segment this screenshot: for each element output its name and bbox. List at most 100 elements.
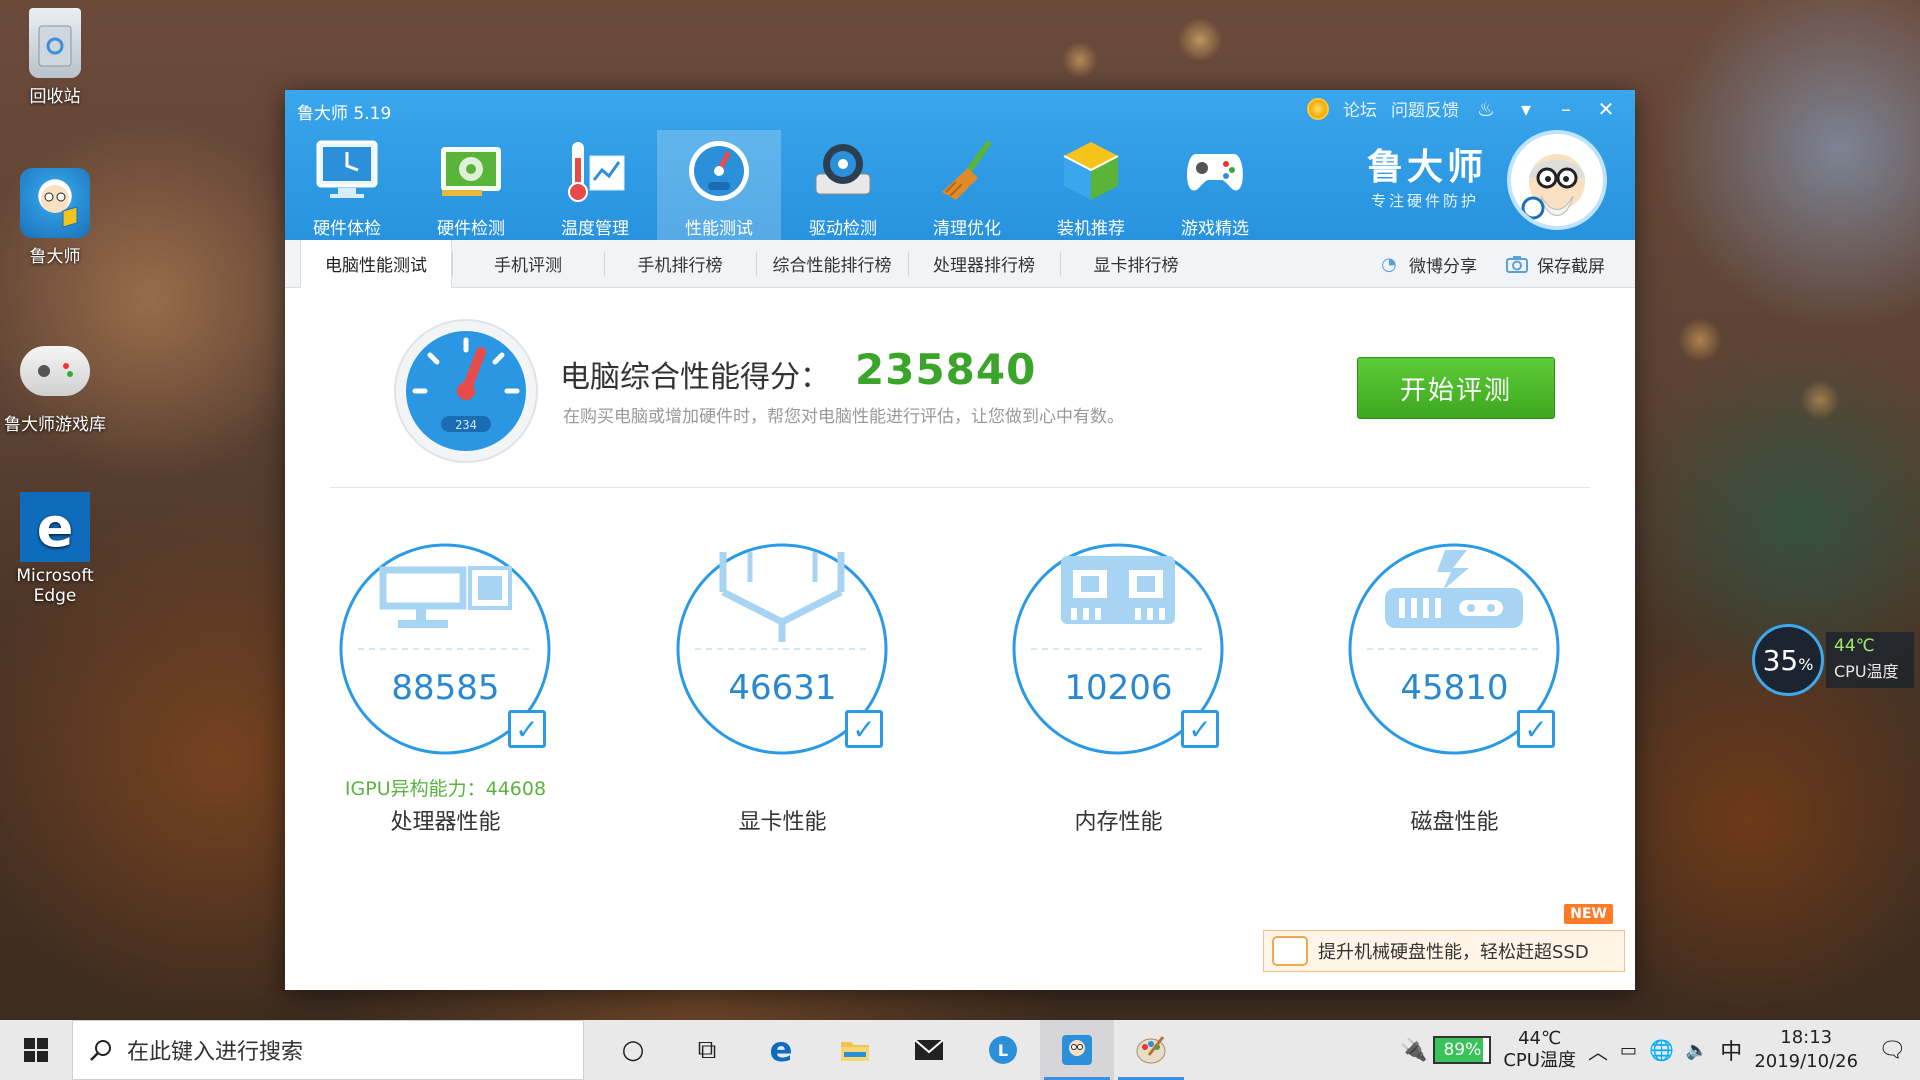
gamepad-icon <box>1180 138 1250 204</box>
broom-icon <box>932 138 1002 204</box>
forum-link[interactable]: 论坛 <box>1343 96 1377 121</box>
desktop-icon-label: 鲁大师游戏库 <box>4 415 106 435</box>
sub-tab-bar: 电脑性能测试 手机评测 手机排行榜 综合性能排行榜 处理器排行榜 显卡排行榜 ◔… <box>285 240 1635 288</box>
metric-value: 88585 <box>391 668 500 708</box>
desktop-icon-recycle-bin[interactable]: 回收站 <box>0 8 110 107</box>
feedback-link[interactable]: 问题反馈 <box>1391 96 1459 121</box>
cpu-temp-value: 44℃ <box>1834 636 1875 656</box>
promo-banner[interactable]: 提升机械硬盘性能，轻松赶超SSD <box>1263 930 1625 972</box>
overall-score: 235840 <box>855 345 1037 394</box>
toolbar-label: 游戏精选 <box>1181 219 1249 239</box>
brand-slogan: 专注硬件防护 <box>1371 192 1480 210</box>
title-bar-controls: 论坛 问题反馈 ♨ ▾ – ✕ <box>1307 96 1619 121</box>
paint-app-icon[interactable] <box>1114 1020 1188 1080</box>
clock-time: 18:13 <box>1780 1027 1833 1048</box>
close-button[interactable]: ✕ <box>1593 97 1619 121</box>
tray-cpu-temp[interactable]: 44℃ CPU温度 <box>1503 1028 1576 1072</box>
desktop-icon-label: Microsoft Edge <box>16 566 94 606</box>
menu-dropdown-icon[interactable]: ▾ <box>1513 97 1539 121</box>
tray-temp-label: CPU温度 <box>1503 1050 1576 1071</box>
medal-icon[interactable] <box>1307 97 1329 120</box>
skin-icon[interactable]: ♨ <box>1473 97 1499 121</box>
weibo-share-button[interactable]: ◔ 微博分享 <box>1377 252 1477 277</box>
tab-overall-ranking[interactable]: 综合性能排行榜 <box>756 240 908 287</box>
clock[interactable]: 18:13 2019/10/26 <box>1754 1026 1858 1074</box>
toolbar-label: 装机推荐 <box>1057 219 1125 239</box>
sub-actions: ◔ 微博分享 保存截屏 <box>1377 240 1605 288</box>
desktop-icon-ludashi-games[interactable]: 鲁大师游戏库 <box>0 336 110 435</box>
weibo-share-label: 微博分享 <box>1409 256 1477 277</box>
tab-cpu-ranking[interactable]: 处理器排行榜 <box>908 240 1060 287</box>
ludashi-window: 鲁大师 5.19 论坛 问题反馈 ♨ ▾ – ✕ 硬件体检 硬件检测 温度管理 … <box>285 90 1635 990</box>
windows-logo-icon <box>24 1038 48 1062</box>
thermometer-icon <box>560 138 630 204</box>
battery-level: 89% <box>1433 1036 1492 1064</box>
save-screenshot-button[interactable]: 保存截屏 <box>1505 252 1605 277</box>
network-globe-icon[interactable]: 🌐 <box>1649 1038 1674 1062</box>
toolbar-item-temperature[interactable]: 温度管理 <box>533 130 657 240</box>
blue-circle-app-icon[interactable]: L <box>966 1020 1040 1080</box>
cortana-icon[interactable]: ○ <box>596 1020 670 1080</box>
battery-indicator[interactable]: 🔌 89% <box>1400 1036 1492 1064</box>
mail-icon[interactable] <box>892 1020 966 1080</box>
recycle-bin-icon <box>29 8 81 78</box>
ime-indicator[interactable]: 中 <box>1720 1034 1742 1066</box>
task-view-icon[interactable]: ⧉ <box>670 1020 744 1080</box>
toolbar-item-game-picks[interactable]: 游戏精选 <box>1153 130 1277 240</box>
mascot-avatar-icon <box>1507 130 1607 230</box>
tab-pc-performance[interactable]: 电脑性能测试 <box>300 240 452 288</box>
promo-text: 提升机械硬盘性能，轻松赶超SSD <box>1318 942 1589 963</box>
tab-phone-review[interactable]: 手机评测 <box>452 240 604 287</box>
notification-icon[interactable]: 🗨 <box>1878 1038 1906 1063</box>
toolbar-item-cleanup[interactable]: 清理优化 <box>905 130 1029 240</box>
cpu-temp-label: CPU温度 <box>1834 662 1899 681</box>
toolbar-label: 硬件体检 <box>313 219 381 239</box>
tab-gpu-ranking[interactable]: 显卡排行榜 <box>1060 240 1212 287</box>
save-screenshot-label: 保存截屏 <box>1537 256 1605 277</box>
metric-gpu: 46631 ✓ 显卡性能 <box>665 542 895 835</box>
metric-value: 10206 <box>1064 668 1173 708</box>
desktop-icon-ludashi[interactable]: 鲁大师 <box>0 168 110 267</box>
checkbox-checked-icon[interactable]: ✓ <box>845 710 883 748</box>
ludashi-taskbar-icon[interactable] <box>1040 1020 1114 1080</box>
chevron-up-icon[interactable]: ︿ <box>1588 1036 1608 1065</box>
window-title: 鲁大师 5.19 <box>297 104 392 124</box>
metric-name: 显卡性能 <box>738 810 827 835</box>
start-benchmark-button[interactable]: 开始评测 <box>1357 357 1555 419</box>
checkbox-checked-icon[interactable]: ✓ <box>508 710 546 748</box>
checkbox-checked-icon[interactable]: ✓ <box>1181 710 1219 748</box>
file-explorer-icon[interactable] <box>818 1020 892 1080</box>
metric-name: 内存性能 <box>1074 810 1163 835</box>
desktop-icon-edge[interactable]: e Microsoft Edge <box>0 492 110 606</box>
hard-disk-icon <box>1272 936 1308 966</box>
cpu-usage-ring: 35% <box>1752 624 1824 696</box>
monitor-icon <box>312 138 382 204</box>
cpu-temp-panel: 44℃ CPU温度 <box>1826 632 1914 688</box>
checkbox-checked-icon[interactable]: ✓ <box>1517 710 1555 748</box>
battery-percent: 89% <box>1443 1040 1482 1060</box>
device-icon[interactable]: ▭ <box>1620 1040 1637 1061</box>
toolbar-item-build-recommend[interactable]: 装机推荐 <box>1029 130 1153 240</box>
speedometer-icon: 234 <box>393 318 539 464</box>
tab-phone-ranking[interactable]: 手机排行榜 <box>604 240 756 287</box>
toolbar-item-hardware-detect[interactable]: 硬件检测 <box>409 130 533 240</box>
score-description: 在购买电脑或增加硬件时，帮您对电脑性能进行评估，让您做到心中有数。 <box>563 407 1124 427</box>
start-button[interactable] <box>0 1020 72 1080</box>
cpu-usage-widget[interactable]: 35% 44℃ CPU温度 <box>1752 624 1920 696</box>
taskbar-search-box[interactable]: 在此键入进行搜索 <box>72 1020 584 1080</box>
igpu-score: IGPU异构能力：44608 <box>344 778 547 800</box>
metric-memory: 10206 ✓ 内存性能 <box>1001 542 1231 835</box>
volume-icon[interactable]: 🔈 <box>1686 1040 1708 1061</box>
toolbar-label: 清理优化 <box>933 219 1001 239</box>
edge-taskbar-icon[interactable]: e <box>744 1020 818 1080</box>
toolbar-label: 温度管理 <box>561 219 629 239</box>
tray-temp-value: 44℃ <box>1518 1028 1562 1049</box>
toolbar-item-performance-test[interactable]: 性能测试 <box>657 130 781 240</box>
cpu-usage-unit: % <box>1798 654 1814 674</box>
search-placeholder: 在此键入进行搜索 <box>127 1040 304 1065</box>
speedometer-icon <box>684 138 754 204</box>
toolbar-item-hardware-checkup[interactable]: 硬件体检 <box>285 130 409 240</box>
taskbar: 在此键入进行搜索 ○ ⧉ e L 🔌 89% 44℃ CPU温度 ︿ ▭ 🌐 🔈… <box>0 1020 1920 1080</box>
toolbar-item-driver-detect[interactable]: 驱动检测 <box>781 130 905 240</box>
minimize-button[interactable]: – <box>1553 97 1579 121</box>
